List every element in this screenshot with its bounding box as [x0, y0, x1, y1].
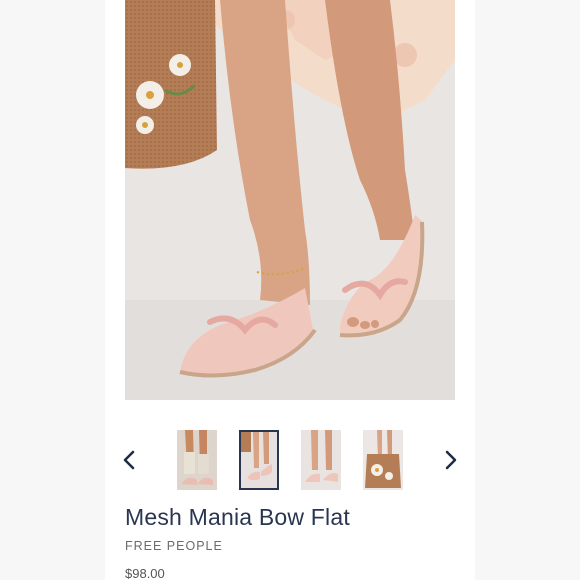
chevron-left-icon[interactable]: [119, 449, 141, 471]
thumbnail-flats-closeup[interactable]: [301, 430, 341, 490]
thumbnail-beaded-bag[interactable]: [363, 430, 403, 490]
product-hero-image[interactable]: [125, 0, 455, 400]
product-title: Mesh Mania Bow Flat: [125, 504, 350, 530]
right-margin: [475, 0, 580, 580]
thumbnail-carousel: [105, 425, 475, 495]
chevron-right-icon[interactable]: [439, 449, 461, 471]
product-price: $98.00: [125, 566, 165, 581]
left-margin: [0, 0, 105, 580]
product-brand[interactable]: FREE PEOPLE: [125, 539, 223, 553]
thumbnail-feet-bag[interactable]: [239, 430, 279, 490]
thumbnail-socks-look[interactable]: [177, 430, 217, 490]
